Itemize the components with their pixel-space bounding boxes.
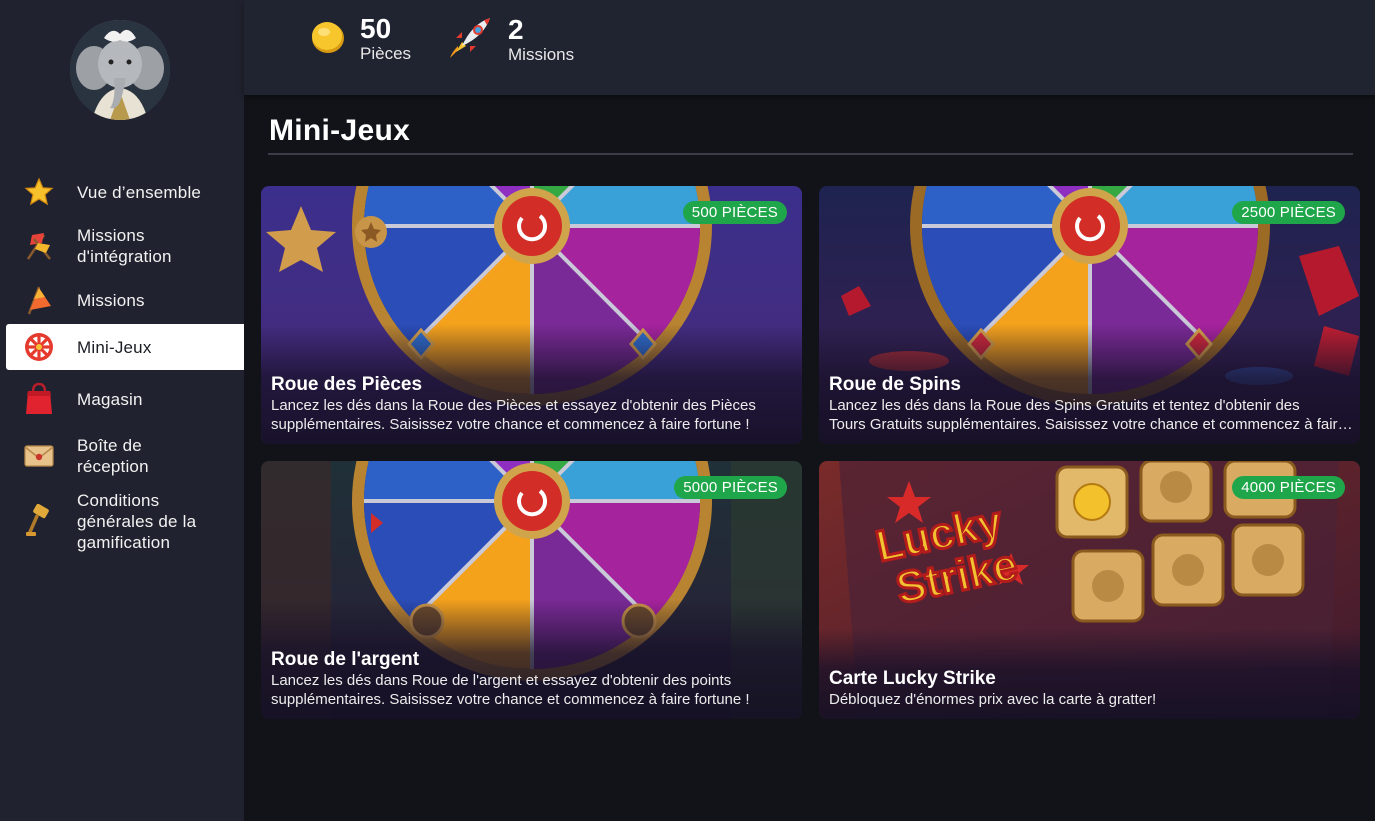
wheel-icon [22,330,56,364]
sidebar-item-label: Vue d’ensemble [77,182,202,202]
missions-text: 2 Missions [508,13,575,65]
sidebar-item-overview[interactable]: Vue d’ensemble [6,168,244,216]
coins-text: 50 Pièces [360,14,411,64]
missions-value: 2 [508,13,524,45]
card-description-line2: supplémentaires. Saisissez votre chance … [271,416,750,433]
coins-label: Pièces [360,44,412,63]
sidebar-item-label: Magasin [77,389,143,409]
price-badge: 500 PIÈCES [682,201,787,224]
gavel-icon [22,504,56,538]
card-description-line1: Lancez les dés dans Roue de l'argent et … [271,672,732,689]
star-icon [22,175,56,209]
card-description-line1: Lancez les dés dans la Roue des Spins Gr… [829,397,1300,414]
coins-value: 50 [360,13,392,44]
card-description: Débloquez d'énormes prix avec la carte à… [829,690,1354,709]
sidebar-item-label: Mini-Jeux [77,337,152,357]
page-title: Mini-Jeux [269,114,411,147]
missions-label: Missions [508,44,575,64]
sidebar-item-label: Missions d'intégration [77,226,172,266]
card-title: Roue de l'argent [271,649,420,670]
sidebar-item-inbox[interactable]: Boîte de réception [6,428,244,484]
price-badge: 4000 PIÈCES [1232,476,1345,499]
card-description-line2: supplémentaires. Saisissez votre chance … [271,691,750,708]
flags-icon [22,229,56,263]
sidebar-item-label: Missions [77,290,145,310]
coin-icon [310,19,346,60]
elephant-avatar-icon [70,20,170,120]
envelope-icon [22,439,56,473]
shopping-bag-icon [22,382,56,416]
card-description-line1: Débloquez d'énormes prix avec la carte à… [829,691,1157,708]
title-divider [268,153,1353,155]
card-description-line1: Lancez les dés dans la Roue des Pièces e… [271,397,756,414]
sidebar-item-shop[interactable]: Magasin [6,370,244,428]
sidebar-item-label: Conditions générales de la gamification [77,490,197,552]
missions-stat: 2 Missions [448,14,574,65]
app-root: Vue d’ensemble Missions d'intégration Mi… [0,0,1375,821]
card-title: Carte Lucky Strike [829,668,996,689]
card-title: Roue de Spins [829,374,961,395]
sidebar-item-terms[interactable]: Conditions générales de la gamification [6,484,244,558]
card-money-wheel[interactable]: 5000 PIÈCES Roue de l'argent Lancez les … [261,461,802,719]
sidebar: Vue d’ensemble Missions d'intégration Mi… [0,0,244,821]
sidebar-nav: Vue d’ensemble Missions d'intégration Mi… [6,168,244,558]
coins-stat: 50 Pièces [310,14,411,64]
card-description-line2: Tours Gratuits supplémentaires. Saisisse… [829,416,1354,433]
sidebar-item-onboarding-missions[interactable]: Missions d'intégration [6,216,244,276]
card-description: Lancez les dés dans la Roue des Pièces e… [271,396,796,434]
card-description: Lancez les dés dans Roue de l'argent et … [271,671,796,709]
flag-icon [22,283,56,317]
avatar[interactable] [70,20,170,120]
sidebar-item-mini-games[interactable]: Mini-Jeux [6,324,244,370]
price-badge: 2500 PIÈCES [1232,201,1345,224]
sidebar-item-label: Boîte de réception [77,436,149,476]
rocket-icon [448,14,494,65]
card-spin-wheel[interactable]: 2500 PIÈCES Roue de Spins Lancez les dés… [819,186,1360,444]
card-description: Lancez les dés dans la Roue des Spins Gr… [829,396,1354,434]
card-title: Roue des Pièces [271,374,423,395]
price-badge: 5000 PIÈCES [674,476,787,499]
topbar: 50 Pièces 2 Missions [244,0,1375,95]
sidebar-item-missions[interactable]: Missions [6,276,244,324]
card-coin-wheel[interactable]: 500 PIÈCES Roue des Pièces Lancez les dé… [261,186,802,444]
card-lucky-strike[interactable]: Lucky Strike 4000 PIÈCES Carte Lucky Str… [819,461,1360,719]
